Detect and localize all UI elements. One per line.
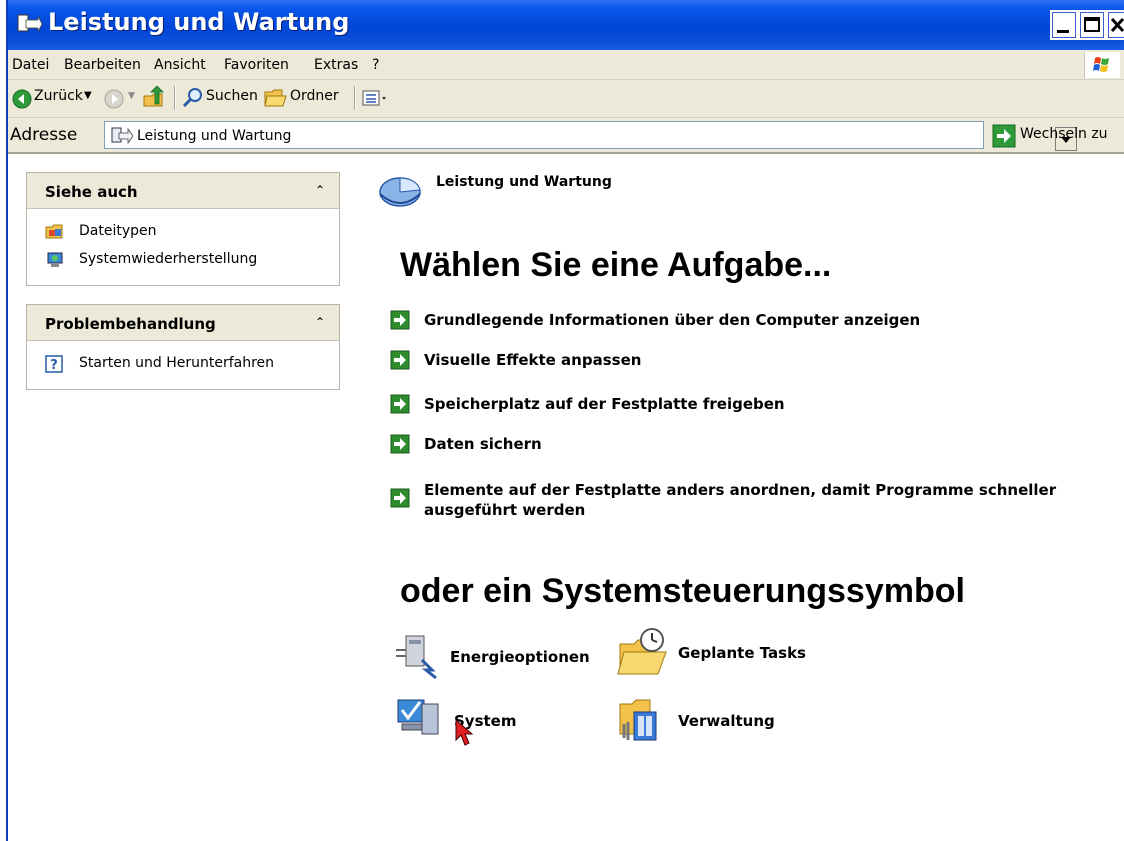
windows-logo-icon — [1084, 52, 1120, 78]
menu-bearbeiten[interactable]: Bearbeiten — [64, 57, 141, 73]
address-bar: Adresse Leistung und Wartung Wechseln zu — [8, 118, 1124, 154]
menu-bar: Datei Bearbeiten Ansicht Favoriten Extra… — [8, 50, 1124, 80]
control-panel-heading: oder ein Systemsteuerungssymbol — [400, 572, 965, 610]
collapse-chevron-icon[interactable]: ⌃ — [315, 315, 325, 329]
back-dropdown-icon[interactable]: ▼ — [84, 90, 92, 101]
task-heading: Wählen Sie eine Aufgabe... — [400, 246, 832, 284]
see-also-title: Siehe auch — [45, 183, 138, 201]
task-label: Elemente auf der Festplatte anders anord… — [424, 481, 1057, 519]
minimize-icon — [1057, 30, 1069, 33]
sidebar-item-label: Systemwiederherstellung — [79, 251, 258, 267]
title-bar[interactable]: Leistung und Wartung — [8, 0, 1124, 50]
cpl-label: Verwaltung — [678, 712, 775, 730]
explorer-window: Leistung und Wartung Datei Bearbeiten An… — [6, 0, 1124, 841]
forward-dropdown-icon[interactable]: ▼ — [128, 91, 135, 101]
maximize-button[interactable] — [1078, 10, 1106, 40]
troubleshoot-title: Problembehandlung — [45, 315, 216, 333]
control-panel-category-icon — [16, 12, 43, 36]
close-icon — [1110, 17, 1124, 33]
address-label: Adresse — [10, 125, 78, 145]
standard-toolbar: Zurück ▼ ▼ Suchen Ordner — [8, 80, 1124, 118]
menu-favoriten[interactable]: Favoriten — [224, 57, 289, 73]
minimize-button[interactable] — [1050, 10, 1078, 40]
system-restore-icon — [45, 251, 65, 273]
task-arrow-icon — [390, 434, 410, 454]
scheduled-tasks-icon — [617, 628, 667, 675]
forward-arrow-icon[interactable] — [104, 89, 124, 113]
sidebar-item-dateitypen[interactable]: Dateitypen — [27, 219, 339, 247]
category-title: Leistung und Wartung — [436, 174, 612, 190]
address-input[interactable]: Leistung und Wartung — [104, 121, 1077, 151]
menu-datei[interactable]: Datei — [12, 57, 49, 73]
task-label: Daten sichern — [424, 435, 542, 453]
task-arrow-icon — [390, 350, 410, 370]
views-icon[interactable] — [362, 89, 392, 113]
address-value: Leistung und Wartung — [137, 128, 292, 144]
cpl-label: Energieoptionen — [450, 648, 590, 666]
up-folder-icon[interactable] — [142, 85, 166, 114]
task-label: Visuelle Effekte anpassen — [424, 351, 642, 369]
troubleshoot-header[interactable]: Problembehandlung ⌃ — [27, 305, 339, 341]
maximize-icon — [1084, 17, 1100, 32]
see-also-panel: Siehe auch ⌃ Dateitypen Systemwiederhers… — [26, 172, 340, 286]
control-panel-category-icon — [111, 126, 134, 150]
folders-button[interactable]: Ordner — [290, 88, 339, 104]
task-arrow-icon — [390, 310, 410, 330]
svg-text:?: ? — [50, 358, 58, 373]
see-also-header[interactable]: Siehe auch ⌃ — [27, 173, 339, 209]
performance-maintenance-icon — [376, 168, 426, 212]
power-options-icon — [396, 635, 437, 680]
back-button[interactable]: Zurück — [34, 88, 83, 104]
search-button[interactable]: Suchen — [206, 88, 258, 104]
task-label: Grundlegende Informationen über den Comp… — [424, 311, 921, 329]
task-arrow-icon — [390, 488, 410, 508]
sidebar-item-label: Dateitypen — [79, 223, 157, 239]
folders-icon[interactable] — [264, 88, 288, 112]
toolbar-separator — [174, 86, 176, 110]
sidebar-item-systemwiederherstellung[interactable]: Systemwiederherstellung — [27, 247, 339, 275]
task-arrow-icon — [390, 394, 410, 414]
troubleshoot-panel: Problembehandlung ⌃ ? Starten und Herunt… — [26, 304, 340, 390]
menu-extras[interactable]: Extras — [314, 57, 358, 73]
system-icon — [397, 699, 439, 735]
window-title: Leistung und Wartung — [48, 8, 350, 36]
toolbar-separator — [354, 86, 356, 110]
menu-ansicht[interactable]: Ansicht — [154, 57, 206, 73]
cpl-label: Geplante Tasks — [678, 644, 806, 662]
go-arrow-icon[interactable] — [992, 124, 1016, 148]
collapse-chevron-icon[interactable]: ⌃ — [315, 183, 325, 197]
go-button[interactable]: Wechseln zu — [1020, 126, 1108, 142]
close-button[interactable] — [1106, 10, 1124, 40]
help-icon: ? — [45, 355, 63, 377]
file-types-icon — [45, 223, 65, 245]
task-label: Speicherplatz auf der Festplatte freigeb… — [424, 395, 785, 413]
sidebar-item-label: Starten und Herunterfahren — [79, 355, 275, 371]
administrative-tools-icon — [619, 699, 657, 741]
back-arrow-icon[interactable] — [12, 89, 32, 113]
mouse-pointer-icon — [454, 718, 476, 752]
menu-help[interactable]: ? — [372, 57, 379, 73]
sidebar-item-starten-herunterfahren[interactable]: ? Starten und Herunterfahren — [27, 351, 339, 379]
search-icon[interactable] — [182, 87, 204, 113]
